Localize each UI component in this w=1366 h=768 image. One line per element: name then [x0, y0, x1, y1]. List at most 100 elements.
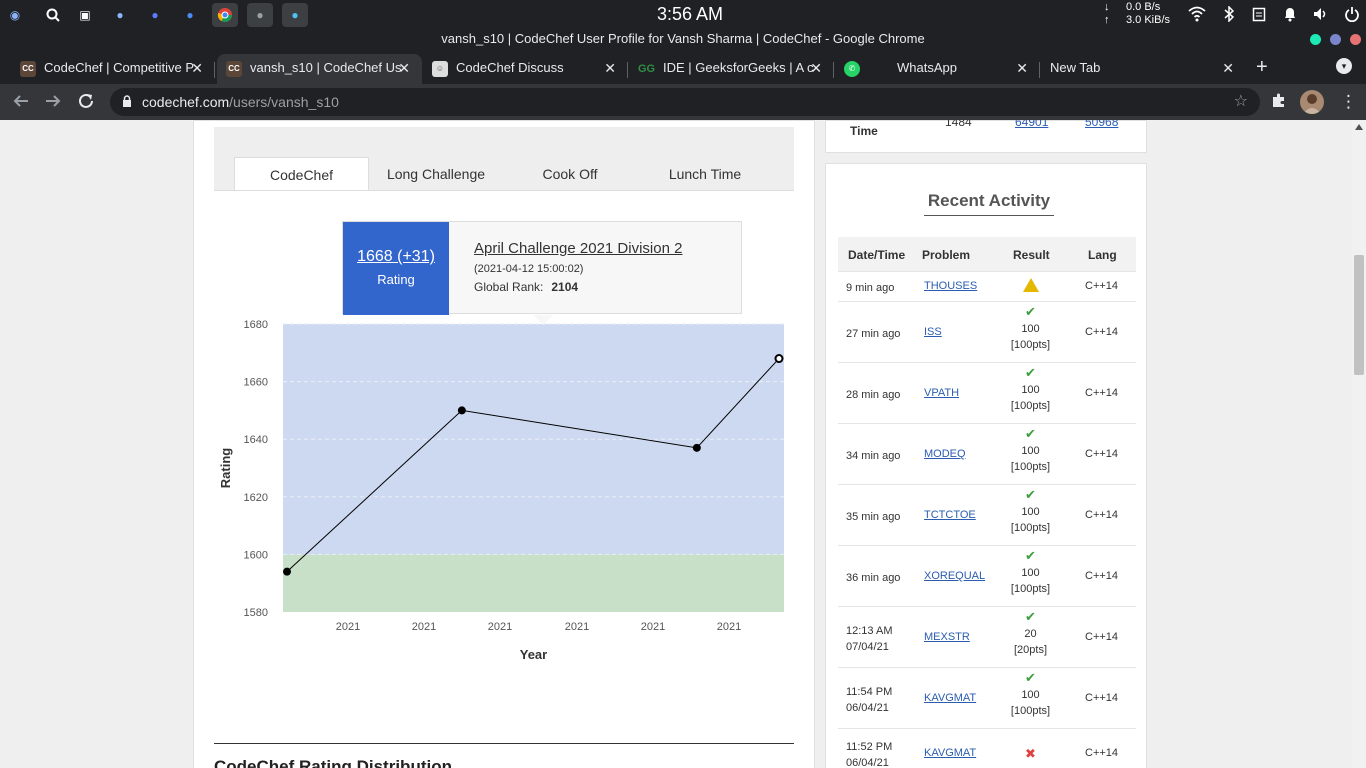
time-rank-link[interactable]: 64901: [1015, 120, 1048, 129]
activity-score: 100: [1021, 323, 1040, 335]
recent-activity-card: Recent Activity Date/Time Problem Result…: [825, 163, 1147, 768]
window-dot-icon[interactable]: [1350, 34, 1361, 45]
clipboard-icon[interactable]: [1252, 6, 1266, 26]
url-text[interactable]: codechef.com/users/vansh_s10: [142, 94, 339, 110]
section-divider: [214, 743, 794, 744]
activity-lang: C++14: [1085, 387, 1119, 399]
scroll-up-icon[interactable]: [1355, 124, 1363, 130]
terminal-icon[interactable]: ●: [247, 3, 273, 27]
window-dot-icon[interactable]: [1310, 34, 1321, 45]
activity-time-line: 12:13 AM: [846, 625, 893, 637]
codechef-icon: CC: [226, 61, 242, 77]
close-icon[interactable]: ✕: [191, 54, 203, 82]
activity-problem-link[interactable]: TCTCTOE: [924, 509, 976, 521]
activity-row: 11:52 PM 06/04/21 KAVGMAT ✖ C++14: [838, 728, 1136, 768]
activity-score: 100: [1021, 689, 1040, 701]
close-icon[interactable]: ✕: [398, 54, 410, 82]
activity-problem-link[interactable]: THOUSES: [924, 280, 977, 292]
scroll-thumb[interactable]: [1354, 255, 1364, 375]
reload-button[interactable]: [77, 92, 95, 115]
os-taskbar: ◉ ▣ ● ● ● ● ● 3:56 AM ↓ 0.0 B/s ↑ 3.0 KiB/…: [0, 0, 1366, 30]
activity-time: 28 min ago: [846, 387, 900, 403]
rating-point: [692, 443, 701, 452]
power-icon[interactable]: [1345, 6, 1359, 26]
activity-problem-link[interactable]: KAVGMAT: [924, 747, 976, 759]
activity-row: 28 min ago VPATH ✔ 100 [100pts] C++14: [838, 362, 1136, 423]
activity-row: 35 min ago TCTCTOE ✔ 100 [100pts] C++14: [838, 484, 1136, 545]
tab-codechef[interactable]: CodeChef: [234, 157, 369, 191]
activity-result: ✔ 100 [100pts]: [988, 426, 1073, 475]
tooltip-contest-link[interactable]: April Challenge 2021 Division 2: [474, 240, 682, 257]
x-axis-label: Year: [520, 647, 547, 661]
activity-date-line: 06/04/21: [846, 702, 889, 714]
files-icon[interactable]: ▣: [72, 3, 98, 27]
browser-tab[interactable]: ☺ CodeChef Discuss ✕: [422, 54, 628, 84]
close-icon[interactable]: ✕: [604, 54, 616, 82]
search-icon[interactable]: [40, 3, 66, 27]
activity-time: 34 min ago: [846, 448, 900, 464]
menu-icon[interactable]: ⋮: [1340, 92, 1357, 112]
page-scrollbar[interactable]: [1352, 120, 1366, 768]
app-icon[interactable]: ●: [177, 3, 203, 27]
chrome-icon[interactable]: [212, 3, 238, 27]
volume-icon[interactable]: [1313, 6, 1329, 26]
activity-problem-link[interactable]: VPATH: [924, 387, 959, 399]
tab-long-challenge[interactable]: Long Challenge: [369, 157, 503, 191]
activity-lang: C++14: [1085, 448, 1119, 460]
browser-tab-active[interactable]: CC vansh_s10 | CodeChef Us ✕: [217, 54, 422, 84]
back-button[interactable]: [12, 92, 30, 115]
codechef-discuss-icon: ☺: [432, 61, 448, 77]
activity-time: 27 min ago: [846, 326, 900, 342]
launcher-icon[interactable]: ◉: [2, 3, 28, 27]
profile-avatar[interactable]: [1300, 90, 1324, 114]
bookmark-star-icon[interactable]: ☆: [1234, 91, 1248, 111]
tab-title: IDE | GeeksforGeeks | A c: [663, 60, 814, 75]
y-tick-label: 1600: [244, 549, 268, 561]
bluetooth-icon[interactable]: [1224, 5, 1235, 26]
rating-panel: CodeChef Long Challenge Cook Off Lunch T…: [193, 120, 815, 768]
close-icon[interactable]: ✕: [810, 54, 822, 82]
browser-tab[interactable]: CC CodeChef | Competitive P ✕: [0, 54, 215, 84]
tab-search-icon[interactable]: ▾: [1336, 58, 1352, 74]
app-icon[interactable]: ●: [282, 3, 308, 27]
activity-problem-link[interactable]: ISS: [924, 326, 942, 338]
app-icon[interactable]: ●: [107, 3, 133, 27]
tab-cook-off[interactable]: Cook Off: [503, 157, 637, 191]
bell-icon[interactable]: [1283, 6, 1297, 26]
tooltip-rank-value: 2104: [551, 280, 579, 294]
y-tick-label: 1620: [244, 492, 268, 504]
window-title: vansh_s10 | CodeChef User Profile for Va…: [0, 30, 1366, 50]
activity-problem-link[interactable]: KAVGMAT: [924, 692, 976, 704]
activity-time-line: 9 min ago: [846, 282, 895, 294]
activity-time-line: 35 min ago: [846, 511, 901, 523]
activity-problem-link[interactable]: XOREQUAL: [924, 570, 985, 582]
address-bar[interactable]: codechef.com/users/vansh_s10 ☆: [110, 88, 1260, 116]
extensions-icon[interactable]: [1271, 92, 1287, 113]
forward-button[interactable]: [44, 92, 62, 115]
accepted-check-icon: ✔: [1025, 365, 1036, 380]
tab-lunch-time[interactable]: Lunch Time: [637, 157, 773, 191]
activity-lang: C++14: [1085, 692, 1119, 704]
app-icon[interactable]: ●: [142, 3, 168, 27]
browser-tab[interactable]: New Tab ✕: [1040, 54, 1246, 84]
rating-point: [283, 567, 292, 576]
window-dot-icon[interactable]: [1330, 34, 1341, 45]
close-icon[interactable]: ✕: [1222, 54, 1234, 82]
browser-tab[interactable]: ✆ WhatsApp ✕: [834, 54, 1040, 84]
activity-problem-link[interactable]: MEXSTR: [924, 631, 970, 643]
activity-points: [100pts]: [1010, 461, 1051, 473]
activity-result: ✔ 20 [20pts]: [988, 609, 1073, 658]
wifi-icon[interactable]: [1188, 6, 1206, 26]
time-rank-link[interactable]: 50968: [1085, 120, 1118, 129]
tooltip-rating-value[interactable]: 1668 (+31): [343, 248, 449, 266]
activity-problem-link[interactable]: MODEQ: [924, 448, 966, 460]
browser-tab[interactable]: GG IDE | GeeksforGeeks | A c ✕: [628, 54, 834, 84]
close-icon[interactable]: ✕: [1016, 54, 1028, 82]
activity-time-line: 27 min ago: [846, 328, 901, 340]
tooltip-rank-label: Global Rank:: [474, 280, 544, 294]
sidebar: Time 1484 64901 50968 Recent Activity Da…: [825, 120, 1147, 768]
y-tick-label: 1640: [244, 434, 268, 446]
activity-points: [100pts]: [1010, 705, 1051, 717]
lock-icon[interactable]: [122, 95, 132, 107]
new-tab-button[interactable]: +: [1256, 56, 1268, 79]
